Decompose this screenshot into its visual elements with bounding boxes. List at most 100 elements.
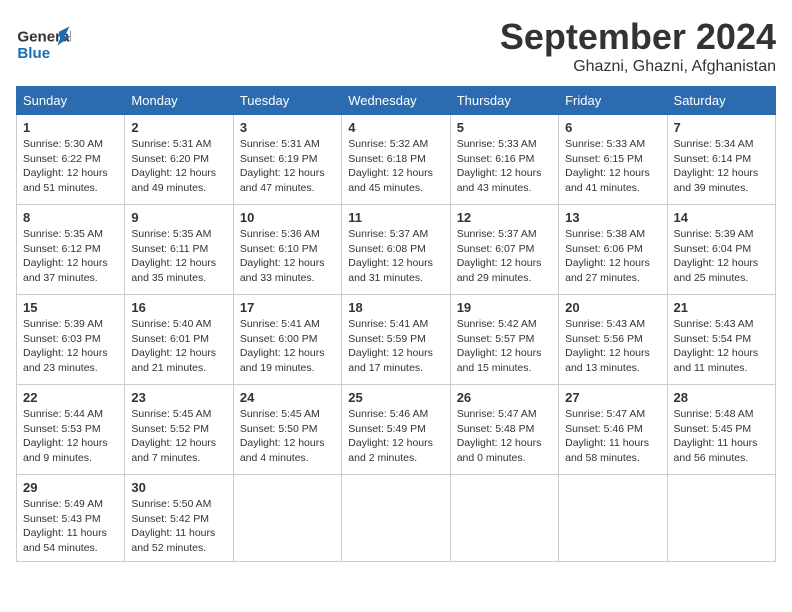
- day-number: 12: [457, 210, 552, 225]
- cell-info: Sunrise: 5:43 AM Sunset: 5:54 PM Dayligh…: [674, 317, 769, 376]
- cell-info: Sunrise: 5:38 AM Sunset: 6:06 PM Dayligh…: [565, 227, 660, 286]
- weekday-header-saturday: Saturday: [667, 87, 775, 115]
- calendar-cell: 9 Sunrise: 5:35 AM Sunset: 6:11 PM Daylig…: [125, 205, 233, 295]
- cell-info: Sunrise: 5:45 AM Sunset: 5:50 PM Dayligh…: [240, 407, 335, 466]
- calendar-cell: 3Sunrise: 5:31 AM Sunset: 6:19 PM Daylig…: [233, 115, 341, 205]
- cell-info: Sunrise: 5:41 AM Sunset: 6:00 PM Dayligh…: [240, 317, 335, 376]
- title-area: September 2024 Ghazni, Ghazni, Afghanist…: [500, 16, 776, 76]
- calendar-cell: [342, 475, 450, 562]
- day-number: 28: [674, 390, 769, 405]
- calendar-cell: 5 Sunrise: 5:33 AM Sunset: 6:16 PM Daylig…: [450, 115, 558, 205]
- weekday-header-row: SundayMondayTuesdayWednesdayThursdayFrid…: [17, 87, 776, 115]
- cell-info: Sunrise: 5:32 AM Sunset: 6:18 PM Dayligh…: [348, 137, 443, 196]
- day-number: 27: [565, 390, 660, 405]
- calendar-week-4: 22 Sunrise: 5:44 AM Sunset: 5:53 PM Dayli…: [17, 385, 776, 475]
- weekday-header-sunday: Sunday: [17, 87, 125, 115]
- header: General Blue September 2024 Ghazni, Ghaz…: [16, 16, 776, 76]
- logo: General Blue: [16, 16, 71, 71]
- day-number: 3: [240, 120, 335, 135]
- calendar-cell: 13Sunrise: 5:38 AM Sunset: 6:06 PM Dayli…: [559, 205, 667, 295]
- cell-info: Sunrise: 5:41 AM Sunset: 5:59 PM Dayligh…: [348, 317, 443, 376]
- cell-info: Sunrise: 5:30 AM Sunset: 6:22 PM Dayligh…: [23, 137, 118, 196]
- calendar-cell: 26 Sunrise: 5:47 AM Sunset: 5:48 PM Dayli…: [450, 385, 558, 475]
- cell-info: Sunrise: 5:33 AM Sunset: 6:16 PM Dayligh…: [457, 137, 552, 196]
- day-number: 26: [457, 390, 552, 405]
- day-number: 19: [457, 300, 552, 315]
- day-number: 25: [348, 390, 443, 405]
- location-title: Ghazni, Ghazni, Afghanistan: [500, 58, 776, 76]
- day-number: 15: [23, 300, 118, 315]
- calendar-cell: 19 Sunrise: 5:42 AM Sunset: 5:57 PM Dayli…: [450, 295, 558, 385]
- calendar-cell: 22 Sunrise: 5:44 AM Sunset: 5:53 PM Dayli…: [17, 385, 125, 475]
- calendar-week-5: 29 Sunrise: 5:49 AM Sunset: 5:43 PM Dayli…: [17, 475, 776, 562]
- cell-info: Sunrise: 5:42 AM Sunset: 5:57 PM Dayligh…: [457, 317, 552, 376]
- calendar-table: SundayMondayTuesdayWednesdayThursdayFrid…: [16, 86, 776, 562]
- calendar-cell: 18 Sunrise: 5:41 AM Sunset: 5:59 PM Dayli…: [342, 295, 450, 385]
- cell-info: Sunrise: 5:46 AM Sunset: 5:49 PM Dayligh…: [348, 407, 443, 466]
- day-number: 7: [674, 120, 769, 135]
- day-number: 29: [23, 480, 118, 495]
- weekday-header-wednesday: Wednesday: [342, 87, 450, 115]
- calendar-cell: 30 Sunrise: 5:50 AM Sunset: 5:42 PM Dayli…: [125, 475, 233, 562]
- cell-info: Sunrise: 5:37 AM Sunset: 6:07 PM Dayligh…: [457, 227, 552, 286]
- calendar-cell: 7 Sunrise: 5:34 AM Sunset: 6:14 PM Daylig…: [667, 115, 775, 205]
- day-number: 18: [348, 300, 443, 315]
- cell-info: Sunrise: 5:44 AM Sunset: 5:53 PM Dayligh…: [23, 407, 118, 466]
- cell-info: Sunrise: 5:39 AM Sunset: 6:03 PM Dayligh…: [23, 317, 118, 376]
- calendar-cell: 16 Sunrise: 5:40 AM Sunset: 6:01 PM Dayli…: [125, 295, 233, 385]
- day-number: 21: [674, 300, 769, 315]
- logo-svg: General Blue: [16, 16, 71, 71]
- calendar-cell: 29 Sunrise: 5:49 AM Sunset: 5:43 PM Dayli…: [17, 475, 125, 562]
- calendar-week-2: 8Sunrise: 5:35 AM Sunset: 6:12 PM Daylig…: [17, 205, 776, 295]
- calendar-cell: [450, 475, 558, 562]
- cell-info: Sunrise: 5:33 AM Sunset: 6:15 PM Dayligh…: [565, 137, 660, 196]
- day-number: 20: [565, 300, 660, 315]
- calendar-cell: 8Sunrise: 5:35 AM Sunset: 6:12 PM Daylig…: [17, 205, 125, 295]
- calendar-cell: 23 Sunrise: 5:45 AM Sunset: 5:52 PM Dayli…: [125, 385, 233, 475]
- calendar-cell: 27 Sunrise: 5:47 AM Sunset: 5:46 PM Dayli…: [559, 385, 667, 475]
- calendar-cell: 10Sunrise: 5:36 AM Sunset: 6:10 PM Dayli…: [233, 205, 341, 295]
- cell-info: Sunrise: 5:34 AM Sunset: 6:14 PM Dayligh…: [674, 137, 769, 196]
- day-number: 1: [23, 120, 118, 135]
- calendar-week-3: 15 Sunrise: 5:39 AM Sunset: 6:03 PM Dayli…: [17, 295, 776, 385]
- day-number: 11: [348, 210, 443, 225]
- cell-info: Sunrise: 5:50 AM Sunset: 5:42 PM Dayligh…: [131, 497, 226, 556]
- calendar-cell: 12 Sunrise: 5:37 AM Sunset: 6:07 PM Dayli…: [450, 205, 558, 295]
- cell-info: Sunrise: 5:43 AM Sunset: 5:56 PM Dayligh…: [565, 317, 660, 376]
- day-number: 30: [131, 480, 226, 495]
- cell-info: Sunrise: 5:47 AM Sunset: 5:48 PM Dayligh…: [457, 407, 552, 466]
- day-number: 17: [240, 300, 335, 315]
- day-number: 5: [457, 120, 552, 135]
- day-number: 8: [23, 210, 118, 225]
- cell-info: Sunrise: 5:40 AM Sunset: 6:01 PM Dayligh…: [131, 317, 226, 376]
- day-number: 4: [348, 120, 443, 135]
- cell-info: Sunrise: 5:49 AM Sunset: 5:43 PM Dayligh…: [23, 497, 118, 556]
- weekday-header-thursday: Thursday: [450, 87, 558, 115]
- weekday-header-monday: Monday: [125, 87, 233, 115]
- calendar-cell: 15 Sunrise: 5:39 AM Sunset: 6:03 PM Dayli…: [17, 295, 125, 385]
- day-number: 9: [131, 210, 226, 225]
- day-number: 2: [131, 120, 226, 135]
- calendar-cell: [233, 475, 341, 562]
- calendar-cell: 20 Sunrise: 5:43 AM Sunset: 5:56 PM Dayli…: [559, 295, 667, 385]
- calendar-cell: 28Sunrise: 5:48 AM Sunset: 5:45 PM Dayli…: [667, 385, 775, 475]
- day-number: 23: [131, 390, 226, 405]
- cell-info: Sunrise: 5:45 AM Sunset: 5:52 PM Dayligh…: [131, 407, 226, 466]
- calendar-cell: 21 Sunrise: 5:43 AM Sunset: 5:54 PM Dayli…: [667, 295, 775, 385]
- day-number: 24: [240, 390, 335, 405]
- calendar-cell: 14Sunrise: 5:39 AM Sunset: 6:04 PM Dayli…: [667, 205, 775, 295]
- svg-text:Blue: Blue: [17, 45, 50, 62]
- cell-info: Sunrise: 5:47 AM Sunset: 5:46 PM Dayligh…: [565, 407, 660, 466]
- day-number: 22: [23, 390, 118, 405]
- cell-info: Sunrise: 5:36 AM Sunset: 6:10 PM Dayligh…: [240, 227, 335, 286]
- month-title: September 2024: [500, 16, 776, 58]
- cell-info: Sunrise: 5:35 AM Sunset: 6:11 PM Dayligh…: [131, 227, 226, 286]
- cell-info: Sunrise: 5:39 AM Sunset: 6:04 PM Dayligh…: [674, 227, 769, 286]
- weekday-header-tuesday: Tuesday: [233, 87, 341, 115]
- weekday-header-friday: Friday: [559, 87, 667, 115]
- day-number: 16: [131, 300, 226, 315]
- calendar-cell: 24 Sunrise: 5:45 AM Sunset: 5:50 PM Dayli…: [233, 385, 341, 475]
- cell-info: Sunrise: 5:31 AM Sunset: 6:20 PM Dayligh…: [131, 137, 226, 196]
- calendar-cell: 17 Sunrise: 5:41 AM Sunset: 6:00 PM Dayli…: [233, 295, 341, 385]
- calendar-cell: 2 Sunrise: 5:31 AM Sunset: 6:20 PM Daylig…: [125, 115, 233, 205]
